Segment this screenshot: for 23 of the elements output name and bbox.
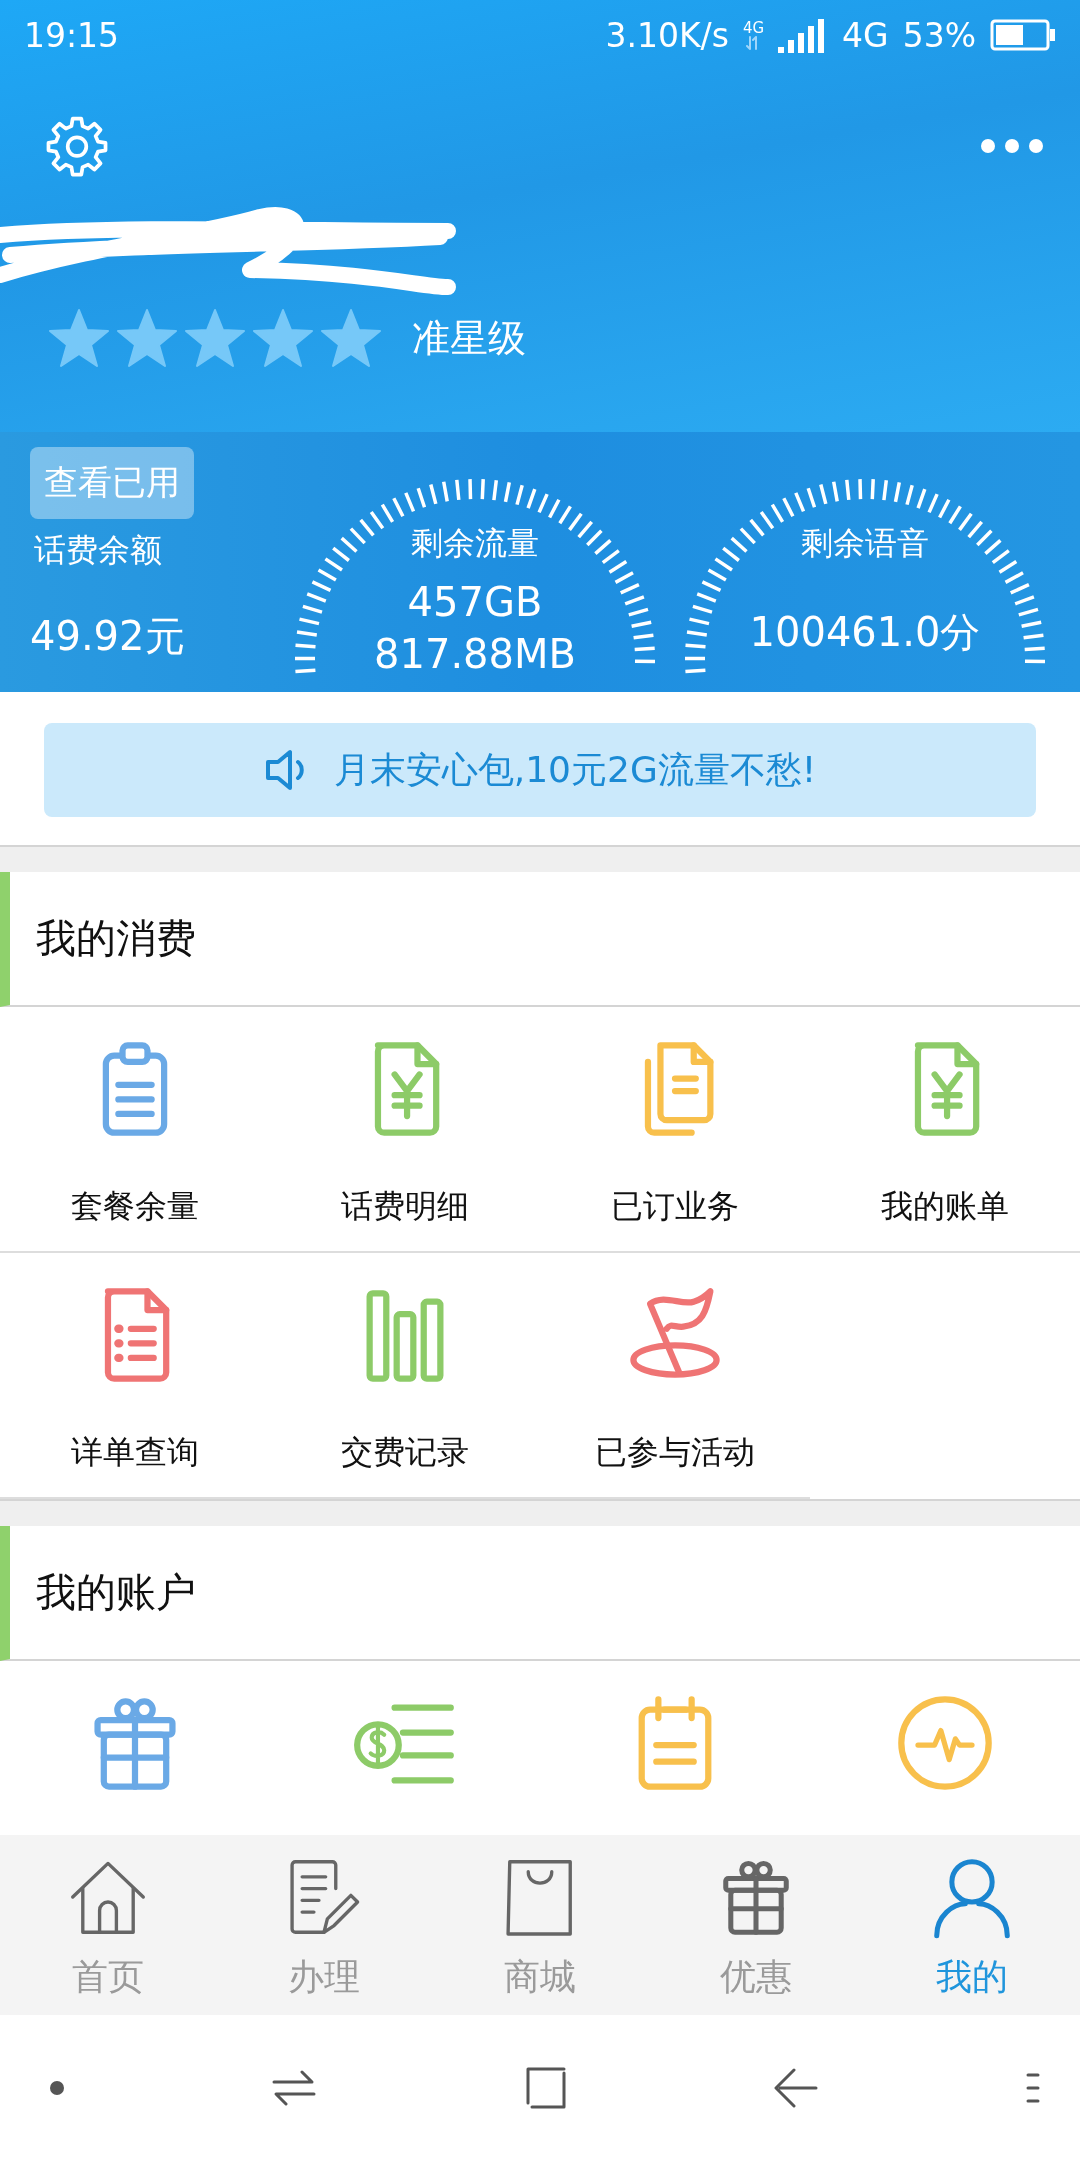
service-label[interactable]: 已参与活动 bbox=[595, 1431, 755, 1475]
network-speed: 3.10K/s bbox=[605, 15, 729, 55]
gauge-value: 817.88MB bbox=[374, 630, 576, 679]
section-header: 我的消费 bbox=[0, 872, 1080, 1007]
gauge-title: 剩余语音 bbox=[801, 523, 929, 564]
battery-percent: 53% bbox=[902, 15, 976, 55]
network-type: 4G bbox=[842, 15, 889, 55]
gauge-title: 剩余流量 bbox=[411, 523, 539, 564]
level-label: 准星级 bbox=[412, 314, 526, 362]
balance-value: 49.92元 bbox=[30, 612, 185, 661]
service-label[interactable]: 交费记录 bbox=[341, 1431, 469, 1475]
service-label[interactable]: 我的账单 bbox=[881, 1185, 1009, 1229]
gauge-value: 457GB bbox=[407, 578, 543, 627]
service-label[interactable]: 详单查询 bbox=[71, 1431, 199, 1475]
service-label[interactable]: 已订业务 bbox=[611, 1185, 739, 1229]
promo-text: 月末安心包,10元2G流量不愁! bbox=[333, 747, 817, 792]
network-type-small: 4G bbox=[742, 20, 765, 36]
status-time: 19:15 bbox=[24, 15, 120, 55]
gauge-value: 100461.0分 bbox=[749, 608, 981, 657]
balance-label: 话费余额 bbox=[34, 530, 162, 571]
service-label[interactable]: 套餐余量 bbox=[71, 1185, 199, 1229]
service-label[interactable]: 话费明细 bbox=[341, 1185, 469, 1229]
section-header: 我的账户 bbox=[0, 1526, 1080, 1661]
